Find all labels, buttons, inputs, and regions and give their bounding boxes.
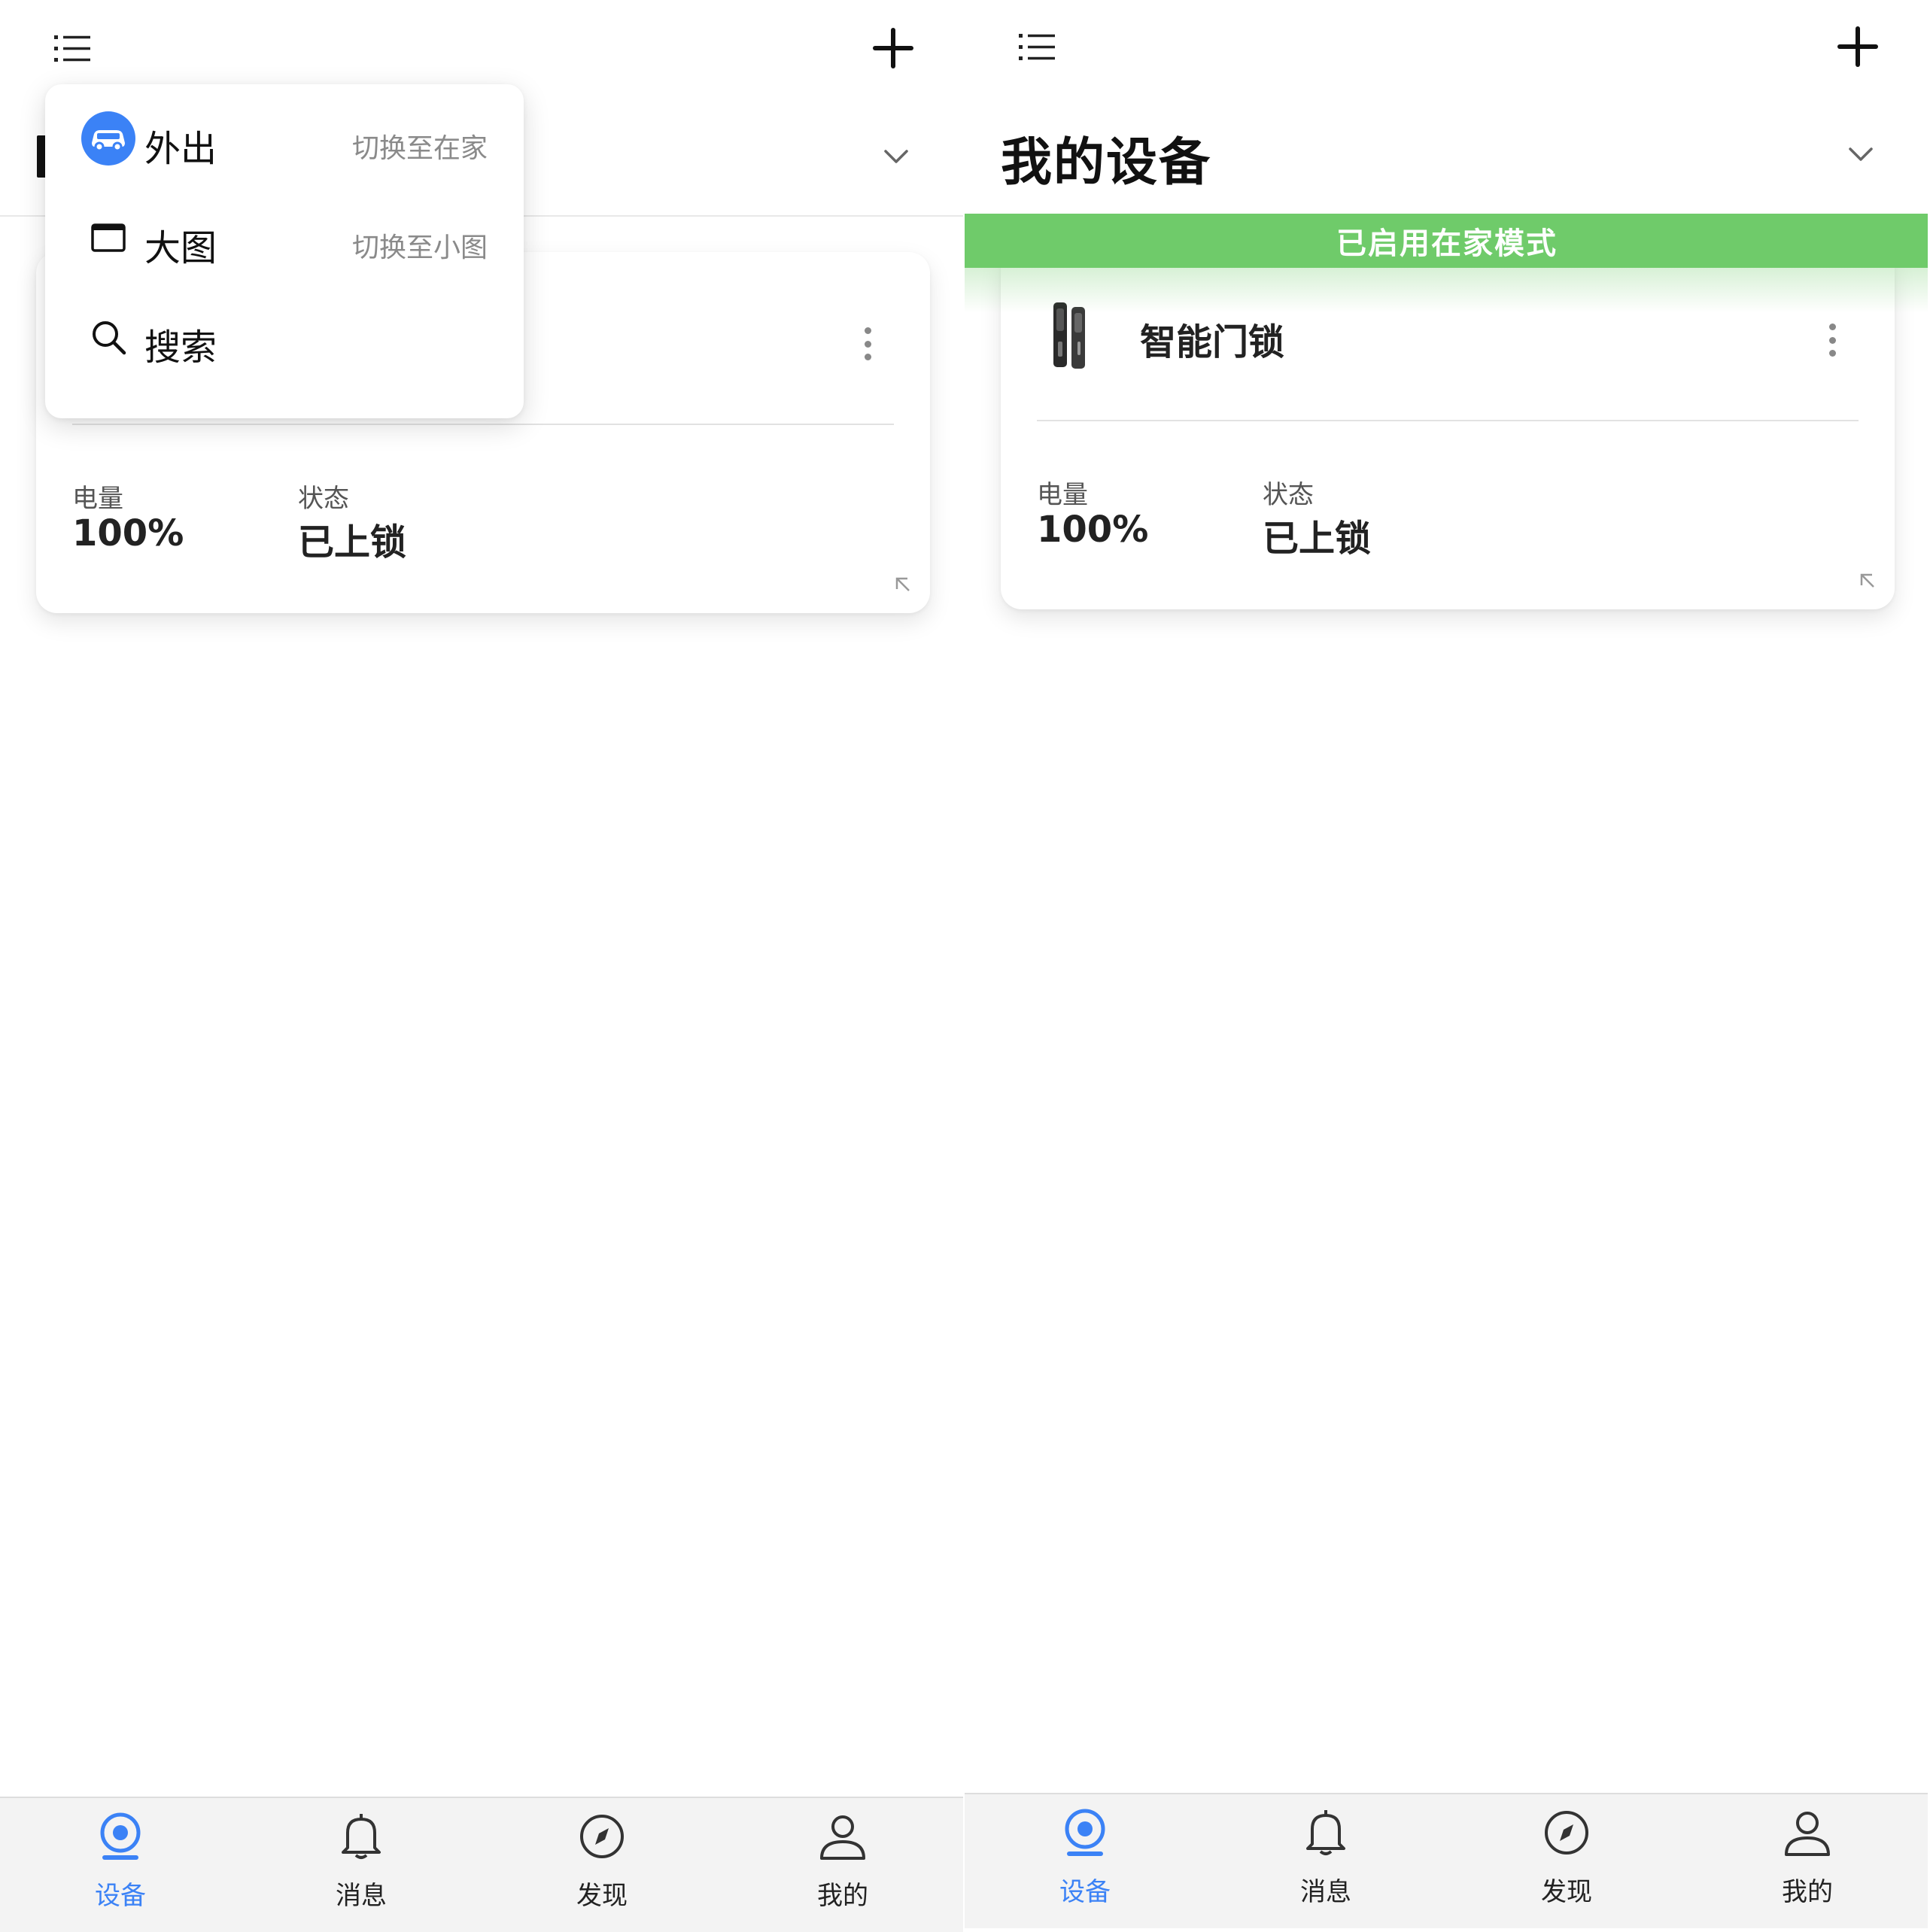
battery-value: 100% (72, 512, 184, 554)
plus-icon[interactable] (1834, 23, 1882, 71)
card-divider (72, 424, 894, 425)
tab-profile[interactable]: 我的 (722, 1798, 963, 1932)
tab-profile[interactable]: 我的 (1687, 1794, 1928, 1930)
menu-item-sub: 切换至小图 (351, 232, 488, 263)
tab-label: 发现 (1541, 1877, 1592, 1907)
plus-icon[interactable] (869, 24, 917, 72)
battery-label: 电量 (1037, 480, 1088, 510)
menu-item-label: 大图 (144, 227, 217, 269)
device-camera-icon (1060, 1808, 1110, 1858)
banner-shadow (965, 268, 1928, 313)
device-camera-icon (96, 1812, 145, 1861)
window-icon (81, 211, 135, 265)
status-label: 状态 (298, 484, 349, 514)
bell-icon (1301, 1808, 1351, 1858)
expand-arrow-icon[interactable] (1859, 572, 1878, 591)
tab-label: 设备 (1059, 1877, 1111, 1907)
left-screen: 电量 100% 状态 已上锁 外出 切换至在家 大图 切换至小图 搜索 设备 消… (0, 0, 963, 1932)
tab-devices[interactable]: 设备 (0, 1798, 241, 1932)
more-options-icon[interactable] (856, 321, 879, 366)
bottom-tab-bar: 设备 消息 发现 我的 (965, 1793, 1928, 1928)
status-value: 已上锁 (1263, 518, 1372, 560)
bottom-tab-bar: 设备 消息 发现 我的 (0, 1797, 963, 1932)
person-icon (1783, 1808, 1832, 1858)
search-icon (81, 310, 135, 364)
chevron-down-icon[interactable] (1843, 137, 1878, 172)
tab-devices[interactable]: 设备 (965, 1794, 1205, 1930)
status-value: 已上锁 (298, 521, 407, 564)
dropdown-menu: 外出 切换至在家 大图 切换至小图 搜索 (45, 84, 524, 418)
page-title: 我的设备 (1001, 133, 1212, 193)
menu-item-large-view[interactable]: 大图 切换至小图 (45, 184, 524, 283)
menu-item-label: 外出 (144, 128, 217, 170)
right-screen: 我的设备 智能门锁 电量 100% 状态 已上锁 已启用在家模式 设备 消息 发… (965, 0, 1928, 1932)
bell-icon (336, 1812, 386, 1861)
tab-discover[interactable]: 发现 (1446, 1794, 1687, 1930)
person-icon (818, 1812, 868, 1861)
device-name: 智能门锁 (1140, 321, 1285, 363)
tab-label: 消息 (1300, 1877, 1351, 1907)
tab-label: 设备 (95, 1881, 146, 1911)
battery-label: 电量 (72, 484, 123, 514)
status-label: 状态 (1263, 480, 1314, 510)
chevron-down-icon[interactable] (879, 139, 913, 174)
car-icon (81, 111, 135, 166)
menu-item-search[interactable]: 搜索 (45, 283, 524, 382)
tab-label: 消息 (336, 1881, 387, 1911)
compass-icon (1542, 1808, 1591, 1858)
expand-arrow-icon[interactable] (894, 576, 913, 595)
battery-value: 100% (1037, 509, 1149, 551)
card-divider (1037, 420, 1859, 421)
tab-messages[interactable]: 消息 (241, 1798, 482, 1932)
tab-messages[interactable]: 消息 (1205, 1794, 1446, 1930)
menu-item-label: 搜索 (144, 327, 217, 369)
more-options-icon[interactable] (1821, 317, 1843, 363)
menu-item-sub: 切换至在家 (351, 133, 488, 164)
list-icon[interactable] (50, 29, 96, 69)
compass-icon (577, 1812, 627, 1861)
home-mode-banner: 已启用在家模式 (965, 214, 1928, 268)
list-icon[interactable] (1014, 27, 1061, 68)
tab-label: 发现 (576, 1881, 628, 1911)
menu-item-away[interactable]: 外出 切换至在家 (45, 84, 524, 184)
tab-label: 我的 (1782, 1877, 1833, 1907)
tab-discover[interactable]: 发现 (482, 1798, 722, 1932)
tab-label: 我的 (817, 1881, 868, 1911)
